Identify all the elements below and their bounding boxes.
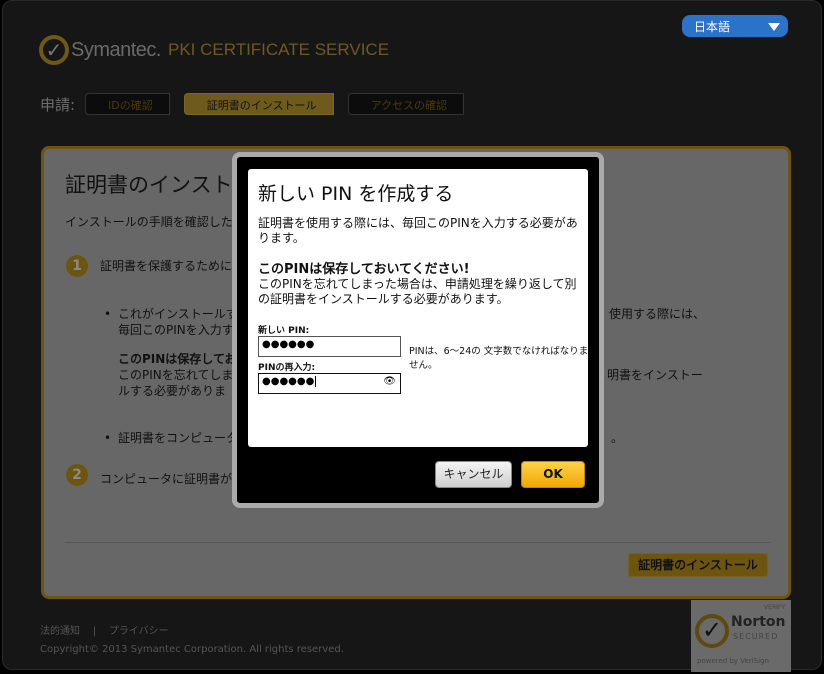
divider [65,542,770,543]
bullet2-right: 。 [611,431,624,445]
norton-secured: SECURED [733,632,779,641]
step2-text: コンピュータに証明書が [100,472,233,486]
bullet2: 証明書をコンピュータ [118,431,239,445]
privacy-link[interactable]: プライバシー [109,626,169,637]
show-password-icon[interactable]: 👁 [383,376,396,387]
steps-label: 申請: [40,95,76,114]
install-certificate-button[interactable]: 証明書のインストール [628,553,768,577]
norton-check-icon: ✓ [695,614,729,648]
step-id-verify: IDの確認 [85,93,170,115]
intro-text: インストールの手順を確認した後 [65,215,245,229]
create-pin-dialog: 新しい PIN を作成する 証明書を使用する際には、毎回このPINを入力する必要… [232,152,604,508]
brand-name: Symantec. [71,38,161,61]
bullet-dot: • [104,431,112,445]
dialog-title: 新しい PIN を作成する [258,183,454,205]
dialog-description: 証明書を使用する際には、毎回このPINを入力する必要があります。 [258,216,578,245]
new-pin-label: 新しい PIN: [258,326,310,336]
warning-heading: このPINは保存しておいてください! [258,262,470,277]
step-access-verify: アクセスの確認 [347,93,465,115]
new-pin-input[interactable]: ●●●●●● [258,336,401,357]
confirm-pin-input[interactable]: ●●●●●● 👁 [258,373,401,394]
cancel-button[interactable]: キャンセル [435,461,512,488]
step1-text: 証明書を保護するために [100,259,233,273]
note-line1: このPINを忘れてしま [118,368,234,382]
bullet1-line1: これがインストールす [118,307,238,321]
confirm-pin-value: ●●●●●● [262,376,315,387]
progress-steps: 申請: IDの確認 証明書のインストール アクセスの確認 [40,93,478,115]
legal-link[interactable]: 法的通知 [40,626,80,637]
footer: 法的通知 | プライバシー Copyright© 2013 Symantec C… [40,622,344,655]
step-number-2: 2 [66,464,88,486]
norton-name: Norton [731,614,786,630]
language-select[interactable]: 日本語 [682,15,788,37]
bold-note: このPINは保存してお [118,352,237,366]
copyright: Copyright© 2013 Symantec Corporation. Al… [40,644,344,655]
pin-hint: PINは、6〜24の 文字数でなければなりません。 [409,346,589,371]
text-cursor [315,376,317,387]
page-title: 証明書のインストー [65,173,254,197]
footer-separator: | [92,626,97,637]
norton-seal[interactable]: VERIFY ✓ Norton SECURED powered by VeriS… [691,600,791,672]
step-install-cert: 証明書のインストール [183,93,334,115]
note-line1-right: 明書をインストー [607,368,703,382]
warning-text: このPINを忘れてしまった場合は、申請処理を繰り返して別の証明書をインストールす… [258,277,577,306]
bullet1-line1-right: 使用する際には、 [609,307,706,321]
language-value: 日本語 [694,20,731,34]
bullet1-line2: 毎回このPINを入力す [118,323,234,337]
step-number-1: 1 [66,255,88,277]
dialog-body: 新しい PIN を作成する 証明書を使用する際には、毎回このPINを入力する必要… [248,169,588,447]
bullet-dot: • [104,307,112,321]
norton-verify: VERIFY [764,604,785,611]
ok-button[interactable]: OK [521,461,585,488]
chevron-down-icon [768,23,780,31]
norton-powered: powered by VeriSign [697,657,769,665]
note-line2: ルする必要がありま [118,384,227,398]
logo: ✓ Symantec. PKI CERTIFICATE SERVICE [39,35,389,65]
service-name: PKI CERTIFICATE SERVICE [167,40,390,59]
symantec-check-icon: ✓ [39,35,69,65]
